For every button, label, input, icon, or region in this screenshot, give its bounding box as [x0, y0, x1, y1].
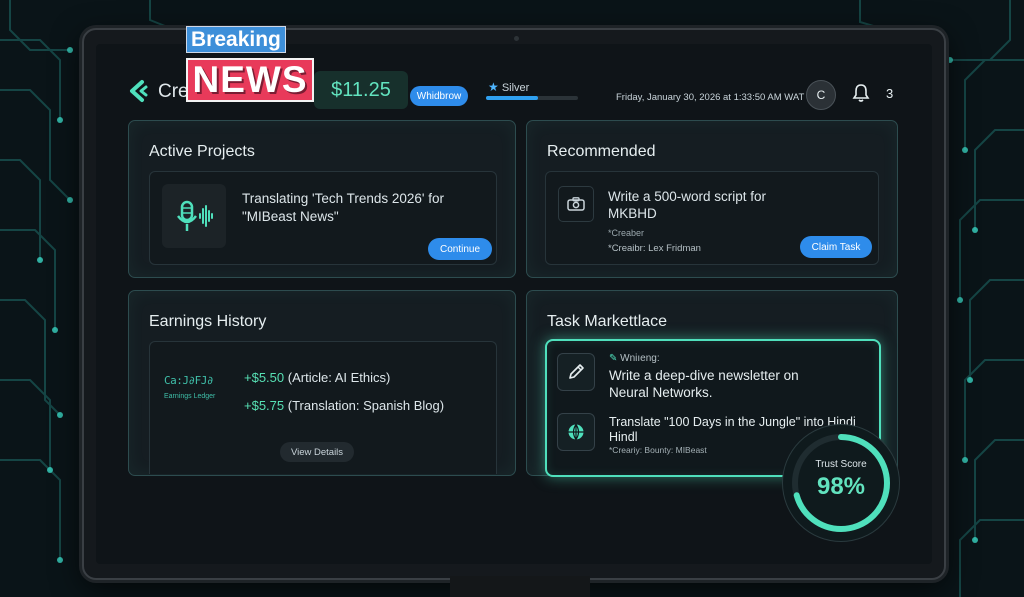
recommended-meta-creator: *Creaber — [608, 228, 645, 238]
task-category: ✎ Wniıeng: — [609, 353, 660, 364]
view-details-button[interactable]: View Details — [280, 442, 354, 462]
earnings-history-card: Earnings History Ca:J∂FJ∂ Earnings Ledge… — [128, 290, 516, 476]
recommended-meta-creator-name: *Creaibr: Lex Fridman — [608, 243, 701, 254]
project-description: Translating 'Tech Trends 2026' for "MIBe… — [242, 191, 445, 224]
star-icon: ★ — [488, 80, 499, 94]
tier-progress-fill — [486, 96, 539, 100]
trust-score-widget: Trust Score 98% — [782, 424, 900, 542]
recommended-task-title: Write a 500-word script for MKBHD — [608, 189, 767, 221]
tier-label: Silver — [501, 82, 530, 94]
earnings-description: (Article: AI Ethics) — [287, 370, 391, 385]
news-label: NEWS — [186, 58, 314, 102]
earnings-logo-subtext: Earnings Ledger — [164, 393, 216, 400]
task-title[interactable]: Write a deep-dive newsletter on Neural N… — [609, 367, 819, 401]
recommended-title: Recommended — [547, 143, 656, 160]
claim-task-button[interactable]: Claim Task — [800, 236, 872, 258]
earnings-entry: +$5.50 (Article: AI Ethics) — [244, 370, 390, 385]
bell-icon[interactable] — [852, 83, 870, 103]
monitor-stand — [450, 576, 590, 597]
earnings-entry: +$5.75 (Translation: Spanish Blog) — [244, 398, 444, 413]
tier-progress-bar — [486, 96, 578, 100]
balance-display: $11.25 — [314, 71, 408, 109]
task-marketplace-title: Task Markettlace — [547, 313, 668, 330]
logo-icon — [130, 80, 148, 102]
earnings-logo: Ca:J∂FJ∂ — [164, 374, 213, 387]
pencil-icon — [557, 353, 595, 391]
earnings-amount: +$5.75 — [244, 398, 285, 413]
breaking-news-overlay: Breaking NEWS — [186, 26, 314, 102]
active-projects-title: Active Projects — [149, 143, 255, 160]
task-meta: *Creariy: Bounty: MIBeast — [609, 445, 707, 455]
tier-badge: ★ Silver — [488, 80, 529, 94]
recommended-card: Recommended Write a 500-word script for … — [526, 120, 898, 278]
earnings-list: Ca:J∂FJ∂ Earnings Ledger +$5.50 (Article… — [149, 341, 497, 474]
task-category-label: Wniıeng: — [620, 353, 660, 364]
trust-score-value: 98% — [816, 473, 866, 500]
camera-icon — [558, 186, 594, 222]
withdraw-button[interactable]: Whidbrow — [410, 86, 468, 106]
globe-icon — [557, 413, 595, 451]
project-item: Translating 'Tech Trends 2026' for "MIBe… — [149, 171, 497, 265]
datetime-display: Friday, January 30, 2026 at 1:33:50 AM W… — [616, 92, 805, 103]
active-projects-card: Active Projects Translating 'Tech Trends… — [128, 120, 516, 278]
earnings-history-title: Earnings History — [149, 313, 267, 330]
breaking-label: Breaking — [186, 26, 286, 53]
microphone-icon — [162, 184, 226, 248]
earnings-amount: +$5.50 — [244, 370, 285, 385]
recommended-task: Write a 500-word script for MKBHD *Creab… — [545, 171, 879, 265]
trust-score-label: Trust Score — [815, 459, 867, 470]
avatar[interactable]: C — [806, 80, 836, 110]
continue-button[interactable]: Continue — [428, 238, 492, 260]
earnings-description: (Translation: Spanish Blog) — [287, 398, 445, 413]
webcam-dot — [514, 36, 519, 41]
notification-count: 3 — [886, 86, 894, 101]
brand-name: Cre — [158, 81, 189, 102]
pencil-small-icon: ✎ — [609, 353, 618, 364]
